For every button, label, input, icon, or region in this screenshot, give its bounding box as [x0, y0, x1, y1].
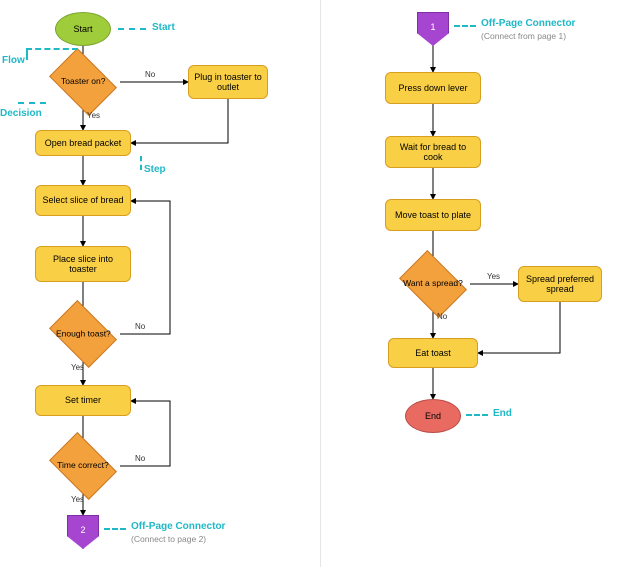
- decision-enough-toast: Enough toast?: [49, 300, 117, 368]
- step-set-timer: Set timer: [35, 385, 131, 416]
- step-spread: Spread preferred spread: [518, 266, 602, 302]
- offpage-connector-2: 2: [67, 515, 99, 549]
- step-label: Eat toast: [415, 348, 451, 358]
- decision-toaster-on: Toaster on?: [49, 48, 117, 116]
- step-select-slice: Select slice of bread: [35, 185, 131, 216]
- decision-time-correct: Time correct?: [49, 432, 117, 500]
- callout-dash: [454, 25, 476, 27]
- step-wait-cook: Wait for bread to cook: [385, 136, 481, 168]
- edge-label-no: No: [145, 70, 155, 79]
- edge-label-no: No: [135, 454, 145, 463]
- callout-dash: [26, 48, 78, 50]
- callout-dash: [140, 156, 142, 170]
- step-press-lever: Press down lever: [385, 72, 481, 104]
- start-node: Start: [55, 12, 111, 46]
- connector-label: 2: [80, 525, 85, 535]
- callout-step: Step: [144, 164, 166, 175]
- step-place-slice: Place slice into toaster: [35, 246, 131, 282]
- step-label: Wait for bread to cook: [390, 142, 476, 163]
- callout-dash: [104, 528, 126, 530]
- edge-label-no: No: [437, 312, 447, 321]
- start-label: Start: [73, 24, 92, 34]
- callout-dash: [118, 28, 146, 30]
- step-label: Place slice into toaster: [40, 254, 126, 275]
- step-label: Spread preferred spread: [523, 274, 597, 295]
- decision-want-spread: Want a spread?: [399, 250, 467, 318]
- callout-end: End: [493, 408, 512, 419]
- step-eat: Eat toast: [388, 338, 478, 368]
- callout-decision: Decision: [0, 108, 42, 119]
- edge-label-yes: Yes: [487, 272, 500, 281]
- edge-label-yes: Yes: [71, 495, 84, 504]
- callout-offpage-sub: (Connect from page 1): [481, 31, 566, 41]
- callout-dash: [18, 102, 46, 104]
- end-node: End: [405, 399, 461, 433]
- step-plug-in: Plug in toaster to outlet: [188, 65, 268, 99]
- decision-label: Time correct?: [57, 461, 109, 471]
- step-label: Plug in toaster to outlet: [193, 72, 263, 93]
- page-divider: [320, 0, 321, 567]
- decision-label: Toaster on?: [61, 77, 105, 87]
- callout-start: Start: [152, 22, 175, 33]
- step-open-packet: Open bread packet: [35, 130, 131, 156]
- callout-offpage-sub: (Connect to page 2): [131, 534, 206, 544]
- edge-label-no: No: [135, 322, 145, 331]
- step-move-plate: Move toast to plate: [385, 199, 481, 231]
- edge-label-yes: Yes: [71, 363, 84, 372]
- decision-label: Enough toast?: [56, 329, 111, 339]
- end-label: End: [425, 411, 441, 421]
- callout-offpage: Off-Page Connector: [481, 18, 575, 29]
- decision-label: Want a spread?: [403, 279, 463, 289]
- edge-label-yes: Yes: [87, 111, 100, 120]
- callout-flow: Flow: [2, 55, 25, 66]
- step-label: Move toast to plate: [395, 210, 471, 220]
- callout-offpage: Off-Page Connector: [131, 521, 225, 532]
- step-label: Open bread packet: [45, 138, 122, 148]
- callout-dash: [466, 414, 488, 416]
- step-label: Press down lever: [398, 83, 467, 93]
- offpage-connector-1: 1: [417, 12, 449, 46]
- step-label: Set timer: [65, 395, 101, 405]
- step-label: Select slice of bread: [42, 195, 123, 205]
- connector-label: 1: [430, 22, 435, 32]
